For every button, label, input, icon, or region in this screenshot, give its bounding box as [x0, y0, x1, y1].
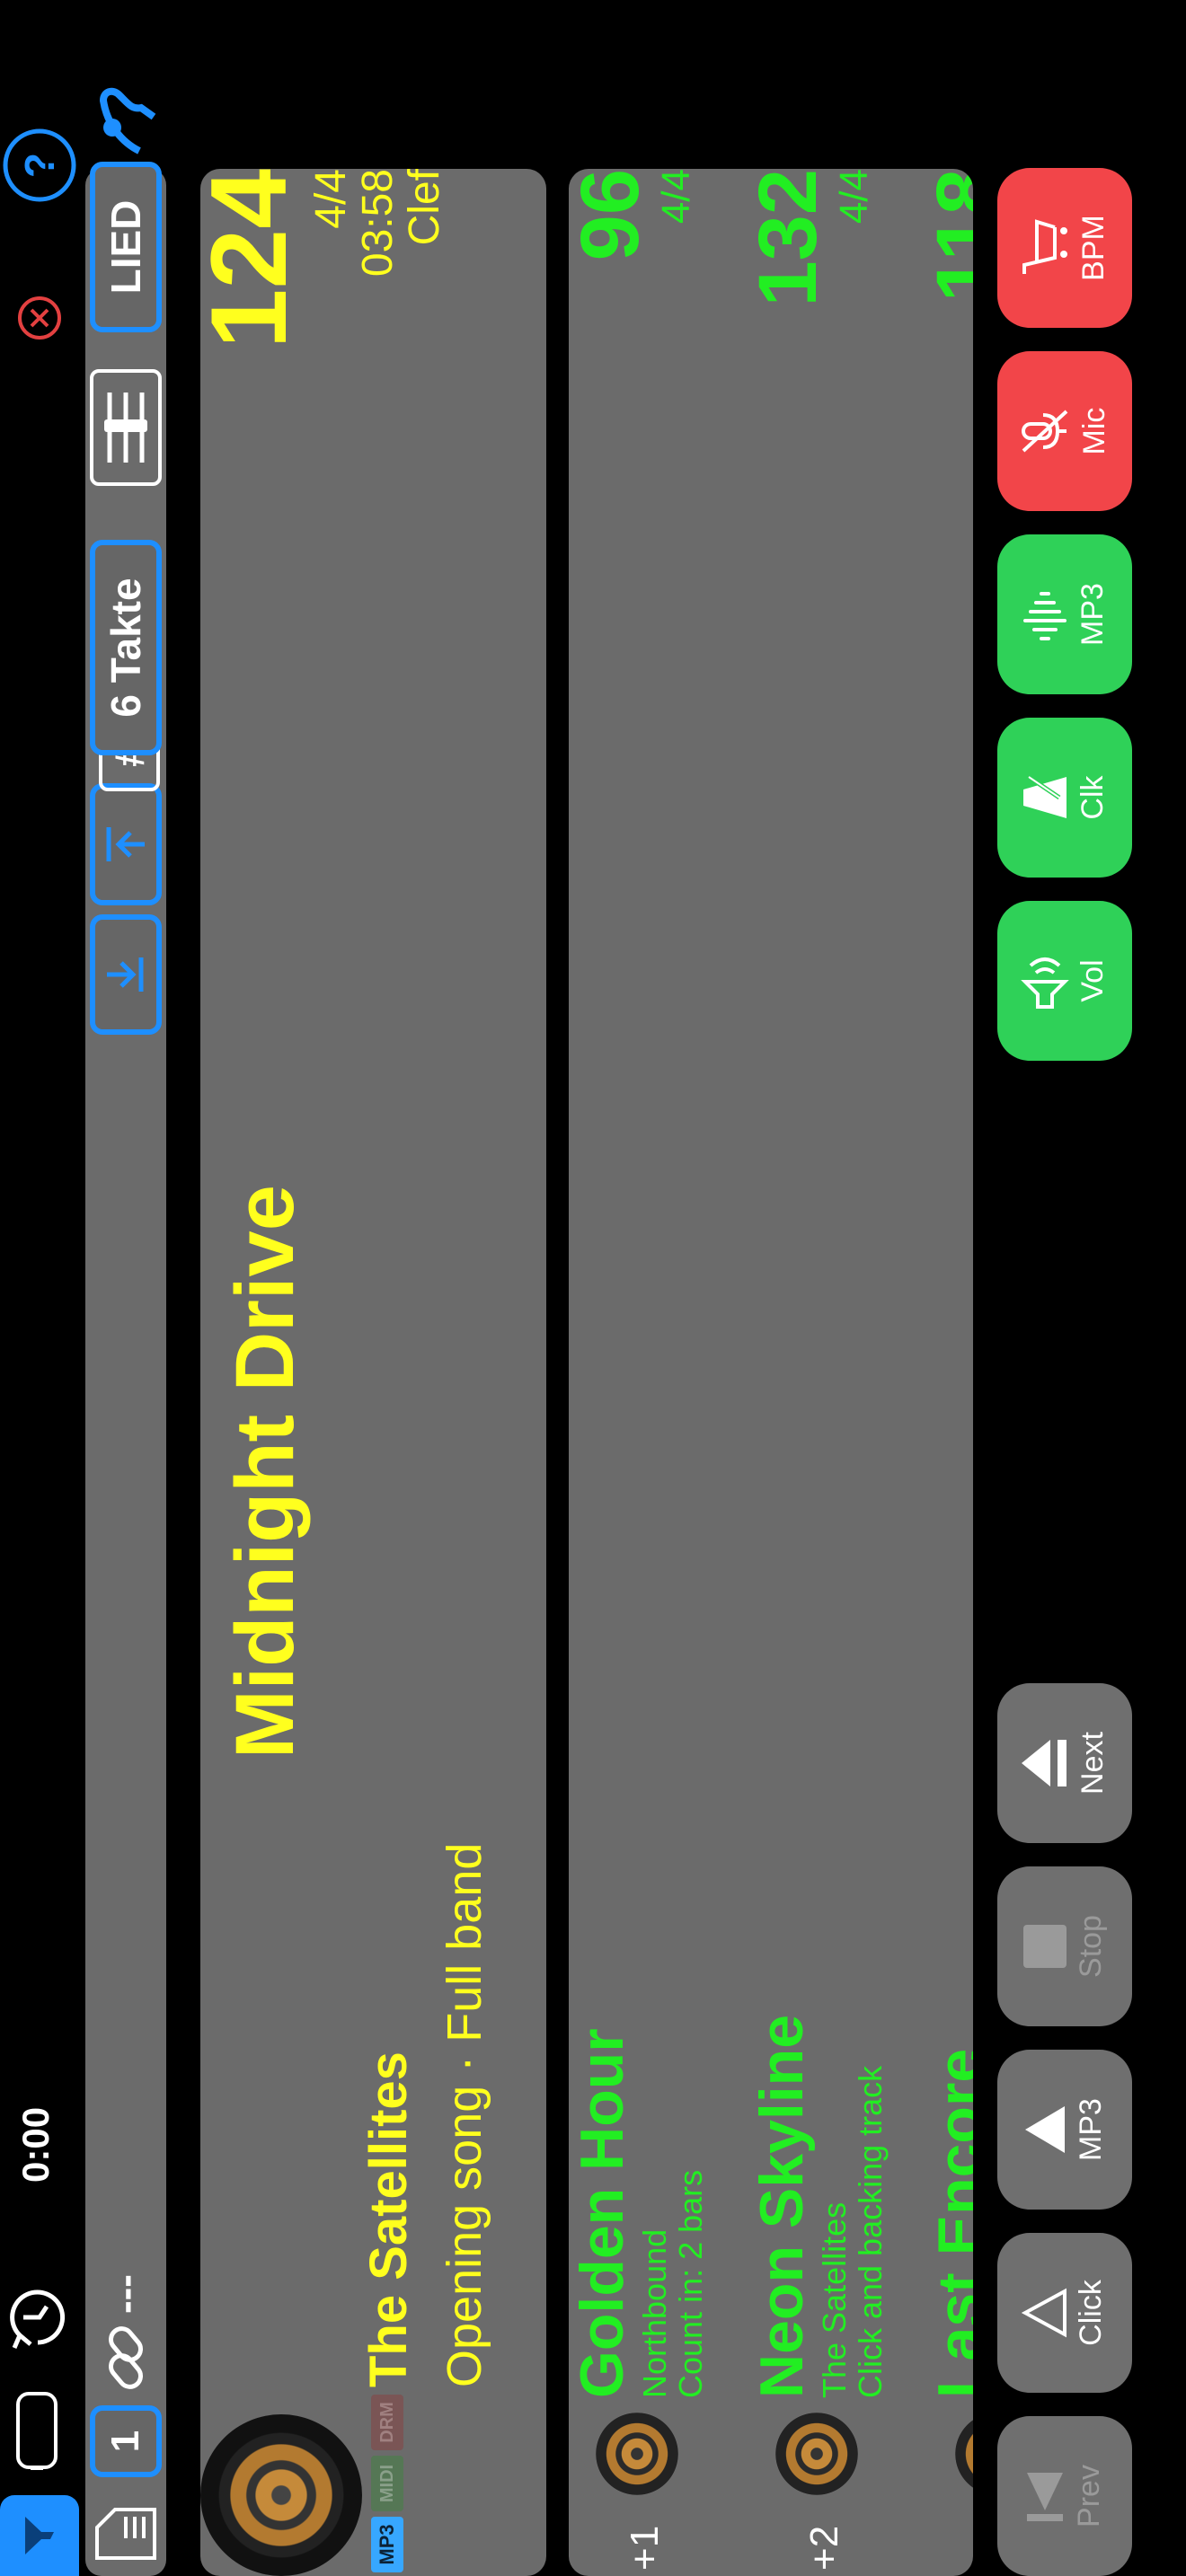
link-icon[interactable] [90, 2322, 162, 2394]
arrow-down-bar-icon [107, 957, 144, 992]
gesture-icon[interactable] [85, 79, 166, 169]
svg-text:?: ? [16, 153, 63, 178]
row-thumbnail [596, 2413, 678, 2495]
row-title[interactable]: Neon Skyline [748, 2015, 816, 2398]
link-placeholder: --- [103, 2274, 147, 2314]
import-up-button[interactable] [90, 783, 162, 905]
song-time-signature: 4/4 [307, 169, 355, 229]
mic-button[interactable]: Mic [997, 351, 1132, 511]
filter-icon [25, 2517, 54, 2554]
mp3-toggle-label: MP3 [1075, 583, 1110, 646]
mp3-play-label: MP3 [1073, 2098, 1108, 2161]
click-button[interactable]: Click [997, 2233, 1132, 2393]
fader-button[interactable] [90, 369, 162, 486]
setlist-icon[interactable] [90, 2493, 162, 2565]
song-key: Clef [401, 169, 448, 246]
bars-button[interactable]: 6 Takte [90, 540, 162, 755]
song-duration: 03:58 [354, 169, 402, 278]
row-offset: +2 [802, 2525, 846, 2571]
row-time-signature: 4/4 [654, 169, 698, 225]
speaker-icon [1020, 957, 1069, 1009]
current-song-panel[interactable]: MP3 MIDI DRM The Satellites Opening song… [189, 169, 546, 2576]
previous-icon [1026, 2473, 1063, 2521]
upcoming-panel: +1 Golden Hour Northbound Count in: 2 ba… [569, 169, 973, 2576]
row-bpm: 132 [742, 169, 834, 307]
row-note: Click and backing track [852, 2065, 889, 2398]
mp3-toggle-button[interactable]: MP3 [997, 534, 1132, 694]
mp3-play-button[interactable]: MP3 [997, 2050, 1132, 2210]
clk-button[interactable]: Clk [997, 718, 1132, 878]
song-artwork [200, 2414, 362, 2576]
prev-button[interactable]: Prev [997, 2416, 1132, 2576]
row-thumbnail [775, 2413, 858, 2495]
next-icon [1021, 1740, 1067, 1786]
elapsed-time: 0:00 [14, 2106, 57, 2183]
device-icon [7, 2389, 59, 2471]
row-artist: Northbound [636, 2228, 673, 2398]
help-icon[interactable]: ? [0, 126, 79, 205]
row-artist: The Satellites [816, 2201, 853, 2398]
stop-label: Stop [1073, 1915, 1108, 1978]
clk-label: Clk [1075, 775, 1110, 820]
play-icon [1024, 2106, 1065, 2153]
bpm-label: BPM [1075, 215, 1111, 281]
app-canvas: 0:00 ? 1 --- # 6 Takte LIED MP3 MIDI DRM… [0, 0, 1186, 2576]
song-artist: The Satellites [359, 2051, 418, 2387]
waveform-icon [1022, 592, 1067, 640]
stop-icon [1022, 1925, 1067, 1968]
song-note: Opening song · Full band [438, 1842, 491, 2387]
row-bpm: 118 [920, 169, 973, 303]
next-button[interactable]: Next [997, 1683, 1132, 1843]
lied-button[interactable]: LIED [90, 162, 162, 332]
row-offset: +1 [623, 2525, 667, 2571]
stop-button[interactable]: Stop [997, 1866, 1132, 2026]
remove-icon[interactable] [16, 295, 63, 341]
toolbar [85, 169, 166, 2576]
click-label: Click [1073, 2280, 1108, 2346]
row-time-signature: 4/4 [832, 169, 876, 225]
row-thumbnail [955, 2413, 973, 2495]
bpm-button[interactable]: BPM [997, 168, 1132, 328]
arrow-up-bar-icon [106, 827, 145, 861]
next-label: Next [1075, 1732, 1110, 1795]
badge-drm: DRM [371, 2395, 403, 2450]
row-bpm: 96 [569, 169, 656, 261]
badge-mp3: MP3 [371, 2517, 403, 2572]
mic-label: Mic [1076, 407, 1111, 455]
badge-midi: MIDI [371, 2456, 403, 2511]
slider-icon [104, 393, 147, 463]
cart-icon [1022, 219, 1067, 274]
mic-muted-icon [1021, 410, 1067, 453]
vol-button[interactable]: Vol [997, 901, 1132, 1061]
row-title[interactable]: Last Encore [925, 2049, 973, 2398]
filter-button[interactable] [0, 2495, 79, 2576]
import-down-button[interactable] [90, 914, 162, 1035]
prev-label: Prev [1071, 2465, 1106, 2527]
row-note: Count in: 2 bars [672, 2169, 709, 2398]
setlist-number-button[interactable]: 1 [90, 2405, 162, 2477]
row-title[interactable]: Golden Hour [569, 2028, 636, 2398]
triangle-outline-icon [1021, 2288, 1067, 2338]
song-bpm: 124 [189, 169, 309, 349]
metronome-icon [1022, 774, 1067, 818]
song-title: Midnight Drive [219, 1185, 311, 1759]
history-icon[interactable] [2, 2281, 74, 2353]
vol-label: Vol [1075, 959, 1110, 1002]
